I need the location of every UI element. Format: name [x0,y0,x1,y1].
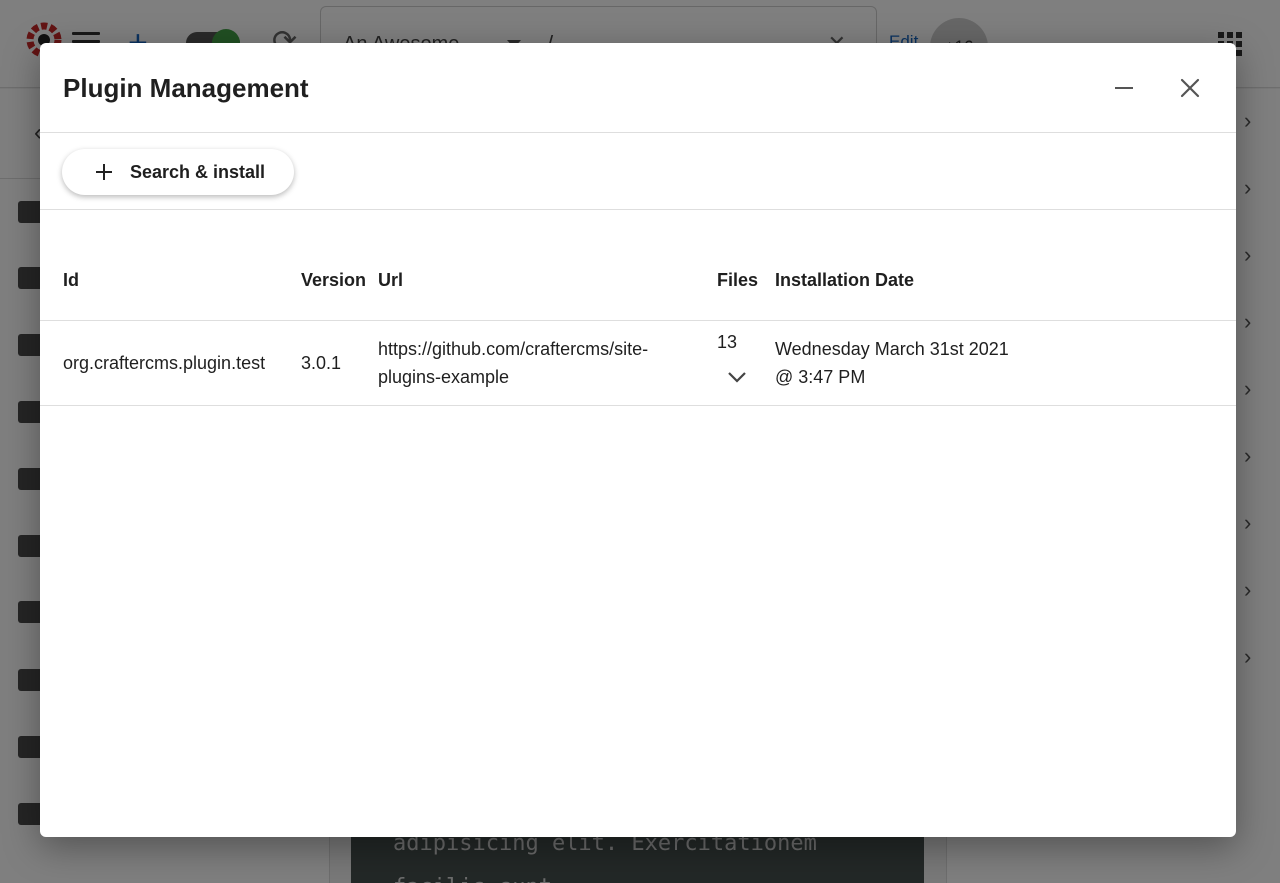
search-install-label: Search & install [130,162,266,182]
dialog-title: Plugin Management [63,73,309,103]
column-header-installation-date: Installation Date [775,270,915,290]
column-header-files: Files [717,270,759,290]
plugin-url-line: plugins-example [378,367,510,387]
close-button[interactable] [1169,67,1211,109]
minimize-button[interactable] [1103,67,1145,109]
column-header-url: Url [378,270,404,290]
table-row: org.craftercms.plugin.test 3.0.1 https:/… [40,321,1236,406]
column-header-id: Id [63,270,79,290]
plugin-url-line: https://github.com/craftercms/site- [378,339,649,359]
plugin-management-dialog: Plugin Management Search & install Id Ve… [40,43,1236,837]
minimize-icon [1115,87,1133,89]
plugins-table: Id Version Url Files Installation Date o… [40,211,1236,406]
plugin-files-count: 13 [717,332,738,352]
search-install-button[interactable]: Search & install [62,149,294,195]
table-header: Id Version Url Files Installation Date [40,211,1236,321]
plugin-installation-date: Wednesday March 31st 2021 @ 3:47 PM [775,335,1075,391]
date-line: Wednesday March 31st 2021 [775,339,1009,359]
chevron-down-icon[interactable] [725,367,749,387]
date-line: @ 3:47 PM [775,367,866,387]
plugin-id: org.craftercms.plugin.test [63,353,266,373]
dialog-header: Plugin Management [40,43,1236,133]
column-header-version: Version [301,270,367,290]
close-icon [1180,78,1200,98]
plugin-url: https://github.com/craftercms/site- plug… [378,335,708,391]
dialog-toolbar: Search & install [40,134,1236,210]
plus-icon [96,164,112,180]
plugin-version: 3.0.1 [301,353,342,373]
